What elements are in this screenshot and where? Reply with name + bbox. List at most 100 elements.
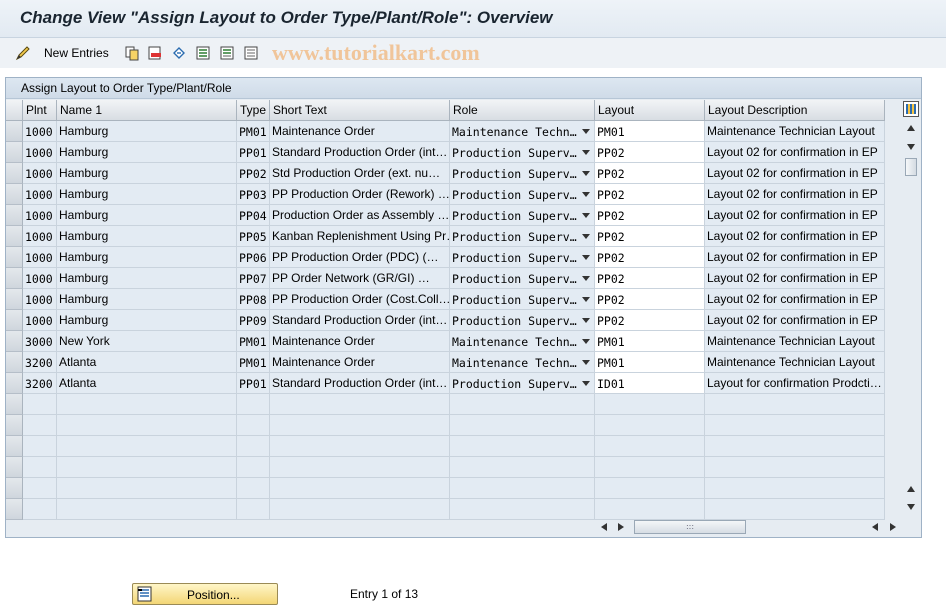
cell-layout-description: Layout 02 for confirmation in EP: [705, 226, 885, 247]
deselect-all-button[interactable]: [243, 44, 259, 62]
row-selector[interactable]: [6, 499, 23, 520]
scroll-left-icon[interactable]: [601, 523, 607, 531]
row-selector[interactable]: [6, 226, 23, 247]
cell-role[interactable]: Production Superv…: [450, 247, 595, 268]
row-selector[interactable]: [6, 205, 23, 226]
column-header-short-text[interactable]: Short Text: [270, 100, 450, 121]
cell-role[interactable]: Production Superv…: [450, 205, 595, 226]
cell-type: PP05: [237, 226, 270, 247]
cell-layout[interactable]: ID01: [595, 373, 705, 394]
dropdown-arrow-icon[interactable]: [582, 171, 590, 176]
cell-type: [237, 394, 270, 415]
dropdown-arrow-icon[interactable]: [582, 276, 590, 281]
cell-layout[interactable]: PM01: [595, 331, 705, 352]
scroll-down-icon[interactable]: [907, 144, 915, 150]
cell-type: PP08: [237, 289, 270, 310]
column-settings-icon[interactable]: [903, 101, 919, 117]
column-header-layout[interactable]: Layout: [595, 100, 705, 121]
dropdown-arrow-icon[interactable]: [582, 297, 590, 302]
dropdown-arrow-icon[interactable]: [582, 150, 590, 155]
vertical-scrollbar[interactable]: [902, 100, 920, 517]
cell-short-text: PP Production Order (PDC) (…: [270, 247, 450, 268]
column-header-plant[interactable]: Plnt: [23, 100, 57, 121]
scroll-right-icon[interactable]: [618, 523, 624, 531]
row-selector[interactable]: [6, 163, 23, 184]
cell-role[interactable]: Production Superv…: [450, 268, 595, 289]
cell-role[interactable]: Production Superv…: [450, 163, 595, 184]
row-selector[interactable]: [6, 415, 23, 436]
cell-layout[interactable]: PP02: [595, 184, 705, 205]
cell-role[interactable]: Production Superv…: [450, 142, 595, 163]
cell-layout[interactable]: PP02: [595, 268, 705, 289]
scroll-page-down-icon[interactable]: [907, 504, 915, 510]
new-entries-button[interactable]: New Entries: [40, 44, 109, 62]
cell-role[interactable]: Maintenance Techn…: [450, 121, 595, 142]
delete-icon: [148, 46, 161, 60]
scroll-far-left-icon[interactable]: [872, 523, 878, 531]
cell-role[interactable]: Maintenance Techn…: [450, 352, 595, 373]
cell-role[interactable]: Production Superv…: [450, 289, 595, 310]
row-selector[interactable]: [6, 478, 23, 499]
row-selector[interactable]: [6, 142, 23, 163]
dropdown-arrow-icon[interactable]: [582, 255, 590, 260]
scroll-far-right-icon[interactable]: [890, 523, 896, 531]
cell-role[interactable]: Production Superv…: [450, 226, 595, 247]
cell-layout[interactable]: PP02: [595, 289, 705, 310]
select-all-rows-box[interactable]: [6, 100, 23, 121]
delete-button[interactable]: [147, 44, 163, 62]
cell-role[interactable]: Maintenance Techn…: [450, 331, 595, 352]
scroll-thumb[interactable]: [905, 158, 917, 176]
row-selector[interactable]: [6, 457, 23, 478]
cell-layout[interactable]: PM01: [595, 352, 705, 373]
cell-layout[interactable]: PP02: [595, 142, 705, 163]
dropdown-arrow-icon[interactable]: [582, 360, 590, 365]
row-selector[interactable]: [6, 289, 23, 310]
cell-role: [450, 436, 595, 457]
row-selector[interactable]: [6, 373, 23, 394]
row-selector[interactable]: [6, 394, 23, 415]
dropdown-arrow-icon[interactable]: [582, 129, 590, 134]
column-header-layout-description[interactable]: Layout Description: [705, 100, 885, 121]
display-change-button[interactable]: [15, 44, 31, 62]
row-selector[interactable]: [6, 436, 23, 457]
row-selector[interactable]: [6, 121, 23, 142]
column-header-type[interactable]: Type: [237, 100, 270, 121]
cell-layout[interactable]: PP02: [595, 163, 705, 184]
cell-role[interactable]: Production Superv…: [450, 310, 595, 331]
dropdown-arrow-icon[interactable]: [582, 192, 590, 197]
row-selector[interactable]: [6, 184, 23, 205]
undo-change-button[interactable]: [171, 44, 187, 62]
cell-plant: 1000: [23, 205, 57, 226]
scroll-page-up-icon[interactable]: [907, 486, 915, 492]
horizontal-scroll-thumb[interactable]: :::: [634, 520, 746, 534]
select-all-button[interactable]: [195, 44, 211, 62]
cell-role[interactable]: Production Superv…: [450, 184, 595, 205]
copy-as-button[interactable]: [124, 44, 140, 62]
dropdown-arrow-icon[interactable]: [582, 318, 590, 323]
row-selector[interactable]: [6, 352, 23, 373]
row-selector[interactable]: [6, 268, 23, 289]
scroll-up-icon[interactable]: [907, 125, 915, 131]
cell-layout[interactable]: PP02: [595, 310, 705, 331]
cell-layout[interactable]: PP02: [595, 247, 705, 268]
cell-layout[interactable]: PP02: [595, 205, 705, 226]
dropdown-arrow-icon[interactable]: [582, 234, 590, 239]
column-header-role[interactable]: Role: [450, 100, 595, 121]
row-selector[interactable]: [6, 247, 23, 268]
column-header-name[interactable]: Name 1: [57, 100, 237, 121]
cell-name: Hamburg: [57, 142, 237, 163]
cell-role[interactable]: Production Superv…: [450, 373, 595, 394]
dropdown-arrow-icon[interactable]: [582, 339, 590, 344]
cell-layout-description: Layout 02 for confirmation in EP: [705, 142, 885, 163]
select-block-button[interactable]: [219, 44, 235, 62]
position-button[interactable]: Position...: [132, 583, 278, 605]
dropdown-arrow-icon[interactable]: [582, 381, 590, 386]
cell-layout[interactable]: PP02: [595, 226, 705, 247]
undo-icon: [173, 47, 185, 59]
row-selector[interactable]: [6, 310, 23, 331]
cell-type: [237, 478, 270, 499]
cell-layout: [595, 478, 705, 499]
dropdown-arrow-icon[interactable]: [582, 213, 590, 218]
cell-layout[interactable]: PM01: [595, 121, 705, 142]
row-selector[interactable]: [6, 331, 23, 352]
